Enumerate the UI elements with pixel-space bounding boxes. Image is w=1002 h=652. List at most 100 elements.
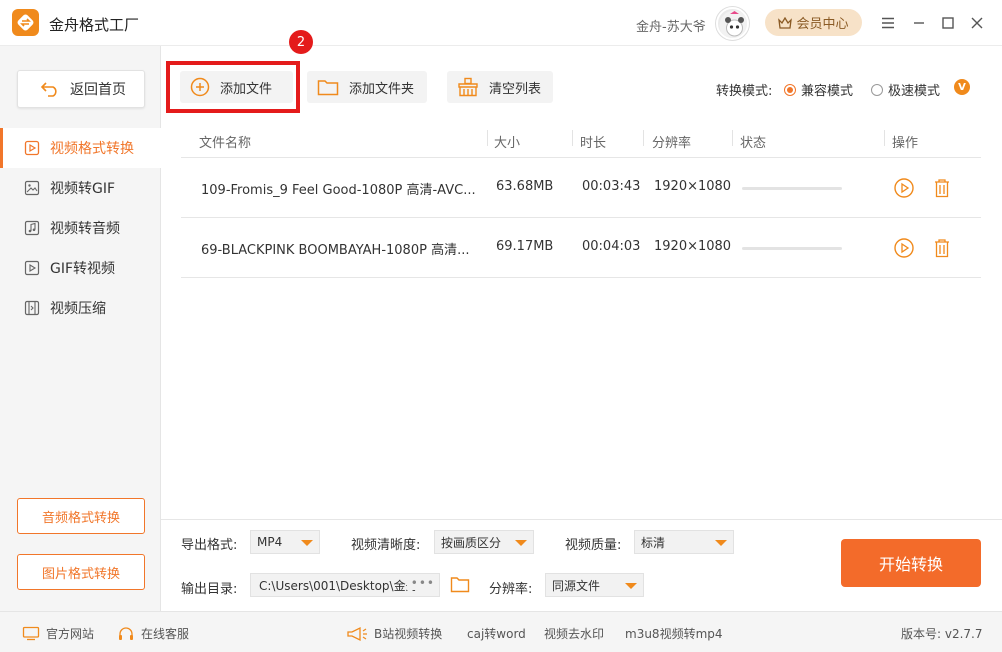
clarity-label: 视频清晰度:: [351, 538, 421, 553]
play-icon: [24, 260, 40, 276]
sidebar-item-video-compress[interactable]: 视频压缩: [0, 288, 161, 328]
highlight-frame: [166, 61, 300, 113]
caj-to-word-link[interactable]: caj转word: [467, 625, 526, 642]
maximize-icon[interactable]: [938, 13, 958, 33]
home-label: 返回首页: [70, 82, 126, 98]
status-bar: 官方网站 在线客服 B站视频转换 caj转word 视频去水印 m3u8视频转m…: [0, 611, 1002, 652]
start-convert-button[interactable]: 开始转换: [841, 539, 981, 587]
trash-icon[interactable]: [931, 177, 953, 199]
video-format-icon: [24, 140, 40, 156]
file-name: 69-BLACKPINK BOOMBAYAH-1080P 高清...: [201, 243, 470, 258]
output-format-select[interactable]: MP4: [250, 530, 320, 554]
music-icon: [24, 220, 40, 236]
monitor-icon: [22, 626, 40, 641]
vip-center-label: 会员中心: [796, 17, 849, 32]
column-header-duration: 时长: [580, 136, 607, 151]
output-format-value: MP4: [257, 535, 283, 549]
add-folder-label: 添加文件夹: [349, 81, 415, 97]
vip-center-button[interactable]: 会员中心: [765, 9, 862, 36]
mode-compatible-label: 兼容模式: [801, 84, 854, 99]
clarity-value: 按画质区分: [441, 535, 502, 550]
file-size: 69.17MB: [496, 239, 554, 254]
headset-icon: [119, 626, 133, 640]
remove-watermark-link[interactable]: 视频去水印: [544, 625, 604, 642]
folder-icon: [317, 80, 339, 96]
quality-value: 标清: [641, 535, 666, 550]
file-resolution: 1920×1080: [654, 239, 732, 254]
compress-icon: [24, 300, 40, 316]
output-dir-label: 输出目录:: [181, 582, 238, 597]
chevron-down-icon: [301, 540, 313, 546]
sidebar-item-video-to-gif[interactable]: 视频转GIF: [0, 168, 161, 208]
play-circle-icon[interactable]: [893, 177, 915, 199]
home-button[interactable]: 返回首页: [17, 70, 145, 108]
megaphone-link[interactable]: B站视频转换: [346, 625, 442, 642]
file-table-header: 文件名称 大小 时长 分辨率 状态 操作: [181, 122, 981, 158]
mode-fast-radio[interactable]: 极速模式: [871, 80, 940, 99]
user-name[interactable]: 金舟-苏大爷: [636, 16, 706, 35]
clarity-select[interactable]: 按画质区分: [434, 530, 534, 554]
sidebar-item-video-format[interactable]: 视频格式转换: [0, 128, 161, 168]
more-icon[interactable]: •••: [406, 576, 435, 590]
file-duration: 00:03:43: [582, 179, 641, 194]
table-row[interactable]: 109-Fromis_9 Feel Good-1080P 高清-AVC... 6…: [181, 158, 981, 218]
radio-unselected-icon: [871, 83, 883, 96]
sidebar-item-label: GIF转视频: [50, 261, 116, 277]
sidebar-item-gif-to-video[interactable]: GIF转视频: [0, 248, 161, 288]
avatar[interactable]: [716, 7, 749, 40]
quality-label: 视频质量:: [565, 538, 622, 553]
resolution-value: 同源文件: [552, 578, 601, 593]
column-header-status: 状态: [740, 136, 767, 151]
mode-compatible-radio[interactable]: 兼容模式: [784, 80, 853, 99]
quality-select[interactable]: 标清: [634, 530, 734, 554]
column-header-resolution: 分辨率: [652, 136, 692, 151]
file-duration: 00:04:03: [582, 239, 641, 254]
resolution-label: 分辨率:: [489, 582, 533, 597]
column-divider: [572, 130, 573, 146]
play-circle-icon[interactable]: [893, 237, 915, 259]
column-divider: [643, 130, 644, 146]
sidebar-item-label: 视频转音频: [50, 221, 120, 237]
bilibili-convert-link[interactable]: B站视频转换: [374, 625, 442, 642]
chevron-down-icon: [625, 583, 637, 589]
image-format-convert-button[interactable]: 图片格式转换: [17, 554, 145, 590]
audio-format-convert-button[interactable]: 音频格式转换: [17, 498, 145, 534]
file-resolution: 1920×1080: [654, 179, 732, 194]
sidebar-item-video-to-audio[interactable]: 视频转音频: [0, 208, 161, 248]
chevron-down-icon: [515, 540, 527, 546]
progress-bar: [742, 247, 842, 250]
sidebar-item-label: 视频转GIF: [50, 181, 116, 197]
trash-icon[interactable]: [931, 237, 953, 259]
file-name: 109-Fromis_9 Feel Good-1080P 高清-AVC...: [201, 183, 476, 198]
output-dir-field[interactable]: C:\Users\001\Desktop\金舟 •••: [250, 573, 440, 597]
image-icon: [24, 180, 40, 196]
broom-icon: [458, 77, 478, 97]
folder-icon[interactable]: [450, 575, 470, 593]
progress-bar: [742, 187, 842, 190]
table-row[interactable]: 69-BLACKPINK BOOMBAYAH-1080P 高清... 69.17…: [181, 218, 981, 278]
column-header-name: 文件名称: [199, 136, 252, 151]
app-logo-icon: [12, 9, 39, 36]
sidebar-item-label: 视频格式转换: [50, 141, 134, 157]
mode-label: 转换模式:: [716, 84, 773, 99]
title-bar: 金舟格式工厂 金舟-苏大爷 会员中心: [0, 0, 1002, 46]
close-icon[interactable]: [967, 13, 987, 33]
vip-badge-icon: V: [954, 79, 970, 95]
m3u8-to-mp4-link[interactable]: m3u8视频转mp4: [625, 625, 723, 642]
online-support-link[interactable]: 在线客服: [117, 625, 189, 642]
minimize-icon[interactable]: [909, 13, 929, 33]
official-website-link[interactable]: 官方网站: [22, 625, 94, 642]
column-divider: [884, 130, 885, 146]
clear-list-button[interactable]: 清空列表: [447, 71, 553, 103]
back-arrow-icon: [40, 82, 57, 97]
column-divider: [487, 130, 488, 146]
output-dir-value: C:\Users\001\Desktop\金舟: [259, 578, 418, 593]
resolution-select[interactable]: 同源文件: [545, 573, 644, 597]
official-website-label: 官方网站: [46, 627, 95, 641]
crown-icon: [778, 16, 793, 29]
add-folder-button[interactable]: 添加文件夹: [307, 71, 427, 103]
menu-icon[interactable]: [878, 13, 898, 33]
step-badge: 2: [289, 30, 313, 54]
output-format-label: 导出格式:: [181, 538, 238, 553]
sidebar: 返回首页 视频格式转换 视频转GIF 视频转音频 GIF转视频 视频压缩 音频格…: [0, 46, 161, 611]
